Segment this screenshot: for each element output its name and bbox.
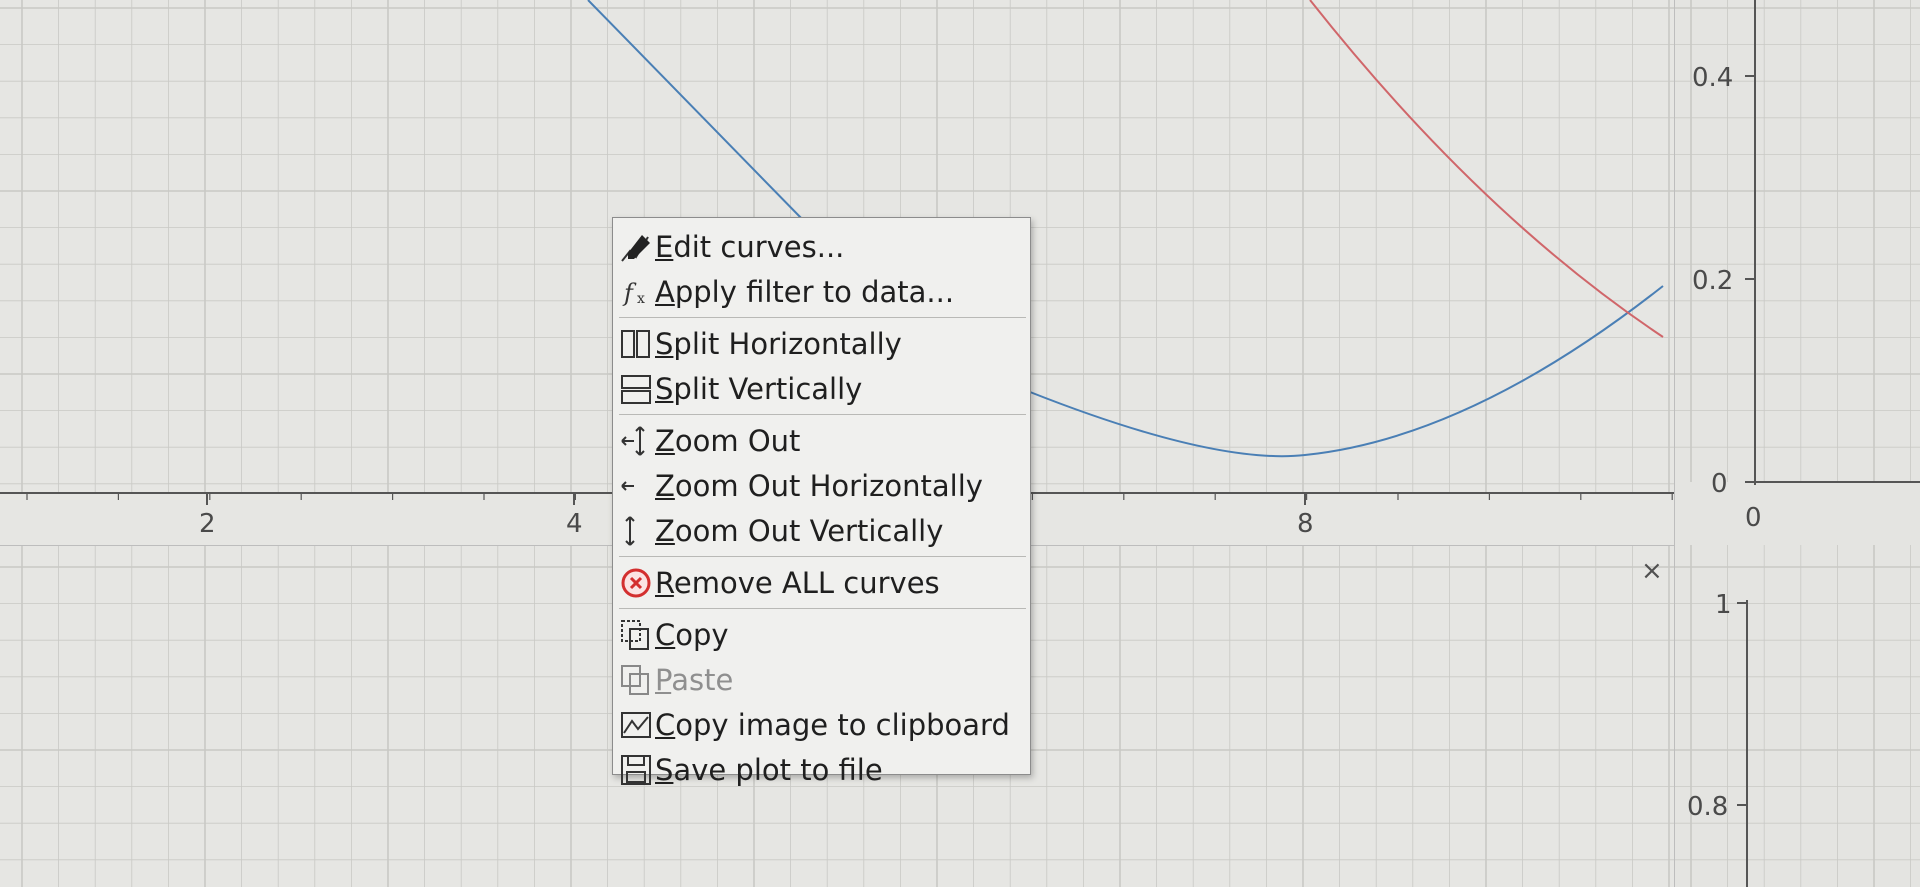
menu-item-copy[interactable]: Copy [613, 612, 1030, 657]
menu-item-split-horizontally[interactable]: Split Horizontally [613, 321, 1030, 366]
plot-context-menu: Edit curves... f x Apply filter to data... S… [612, 217, 1031, 787]
copy-icon [619, 618, 653, 652]
menu-mnemonic: Z [655, 468, 675, 503]
menu-label-text: plit Vertically [673, 371, 863, 406]
top-y-axis-svg: 0.4 0.2 0 0 [1675, 0, 1920, 533]
split-vertical-icon [619, 372, 653, 406]
menu-mnemonic: P [655, 662, 672, 697]
menu-item-zoom-out[interactable]: Zoom Out [613, 418, 1030, 463]
y-tick-label: 1 [1715, 590, 1732, 620]
zoom-out-icon [619, 424, 653, 458]
menu-mnemonic: E [655, 229, 674, 264]
menu-item-label: Zoom Out [655, 424, 800, 458]
menu-mnemonic: A [655, 274, 675, 309]
menu-label-text: oom Out Vertically [674, 513, 944, 548]
save-icon [619, 753, 653, 787]
menu-label-text: pply filter to data... [674, 274, 955, 309]
menu-item-label: Edit curves... [655, 230, 844, 264]
menu-mnemonic: C [655, 707, 676, 742]
y-tick-label: 0.2 [1692, 266, 1733, 296]
menu-item-save-plot-to-file[interactable]: Save plot to file [613, 747, 1030, 792]
menu-mnemonic: Z [655, 513, 675, 548]
menu-label-text: oom Out [674, 423, 801, 458]
blue-curve-segment-1 [587, 0, 806, 223]
menu-item-label: Split Vertically [655, 372, 862, 406]
menu-item-label: Apply filter to data... [655, 275, 954, 309]
svg-text:x: x [637, 291, 645, 307]
x-tick-label: 2 [199, 509, 216, 539]
menu-item-label: Save plot to file [655, 753, 883, 787]
menu-item-label: Split Horizontally [655, 327, 902, 361]
y-tick-label: 0 [1711, 469, 1728, 499]
copy-image-icon [619, 708, 653, 742]
menu-item-zoom-out-horizontally[interactable]: Zoom Out Horizontally [613, 463, 1030, 508]
menu-label-text: emove ALL curves [673, 565, 940, 600]
split-horizontal-icon [619, 327, 653, 361]
menu-label-text: plit Horizontally [673, 326, 902, 361]
menu-item-split-vertically[interactable]: Split Vertically [613, 366, 1030, 411]
menu-item-label: Paste [655, 663, 733, 697]
menu-item-paste[interactable]: Paste [613, 657, 1030, 702]
menu-item-label: Zoom Out Horizontally [655, 469, 983, 503]
function-filter-icon: fx [619, 275, 653, 309]
menu-separator [619, 556, 1026, 557]
menu-label-text: opy image to clipboard [675, 707, 1010, 742]
zoom-out-horizontal-icon [619, 469, 653, 503]
menu-item-copy-image-to-clipboard[interactable]: Copy image to clipboard [613, 702, 1030, 747]
menu-separator [619, 414, 1026, 415]
bottom-y-axis-panel: 1 0.8 [1675, 545, 1920, 887]
menu-label-text: oom Out Horizontally [674, 468, 983, 503]
menu-label-text: ave plot to file [673, 752, 883, 787]
remove-icon [619, 566, 653, 600]
menu-label-text: aste [671, 662, 734, 697]
paste-icon [619, 663, 653, 697]
menu-mnemonic: R [655, 565, 674, 600]
y-tick-label: 0.8 [1687, 792, 1728, 822]
x-tick-label: 4 [566, 509, 583, 539]
menu-mnemonic: S [655, 326, 674, 361]
x-tick-label: 8 [1297, 509, 1314, 539]
menu-item-label: Remove ALL curves [655, 566, 940, 600]
y-tick-label: 0.4 [1692, 63, 1733, 93]
close-plot-button[interactable]: × [1641, 556, 1663, 586]
menu-mnemonic: S [655, 371, 674, 406]
menu-item-label: Copy image to clipboard [655, 708, 1010, 742]
zoom-out-vertical-icon [619, 514, 653, 548]
menu-item-edit-curves[interactable]: Edit curves... [613, 224, 1030, 269]
menu-mnemonic: S [655, 752, 674, 787]
menu-separator [619, 608, 1026, 609]
side-bottom-grid [1675, 545, 1920, 887]
menu-item-apply-filter-to-data[interactable]: f x Apply filter to data... [613, 269, 1030, 314]
menu-label-text: opy [675, 617, 729, 652]
blue-curve-segment-2 [1029, 285, 1664, 458]
menu-item-label: Zoom Out Vertically [655, 514, 943, 548]
menu-item-remove-all-curves[interactable]: Remove ALL curves [613, 560, 1030, 605]
edit-curves-icon [619, 230, 653, 264]
menu-mnemonic: Z [655, 423, 675, 458]
menu-mnemonic: C [655, 617, 676, 652]
bottom-y-axis-svg: 1 0.8 [1675, 545, 1920, 887]
menu-item-zoom-out-vertically[interactable]: Zoom Out Vertically [613, 508, 1030, 553]
menu-item-label: Copy [655, 618, 729, 652]
svg-text:f: f [622, 279, 637, 307]
menu-label-text: dit curves... [673, 229, 845, 264]
top-y-axis-panel: 0.4 0.2 0 0 [1675, 0, 1920, 545]
x-tick-label: 0 [1745, 503, 1762, 533]
menu-separator [619, 317, 1026, 318]
